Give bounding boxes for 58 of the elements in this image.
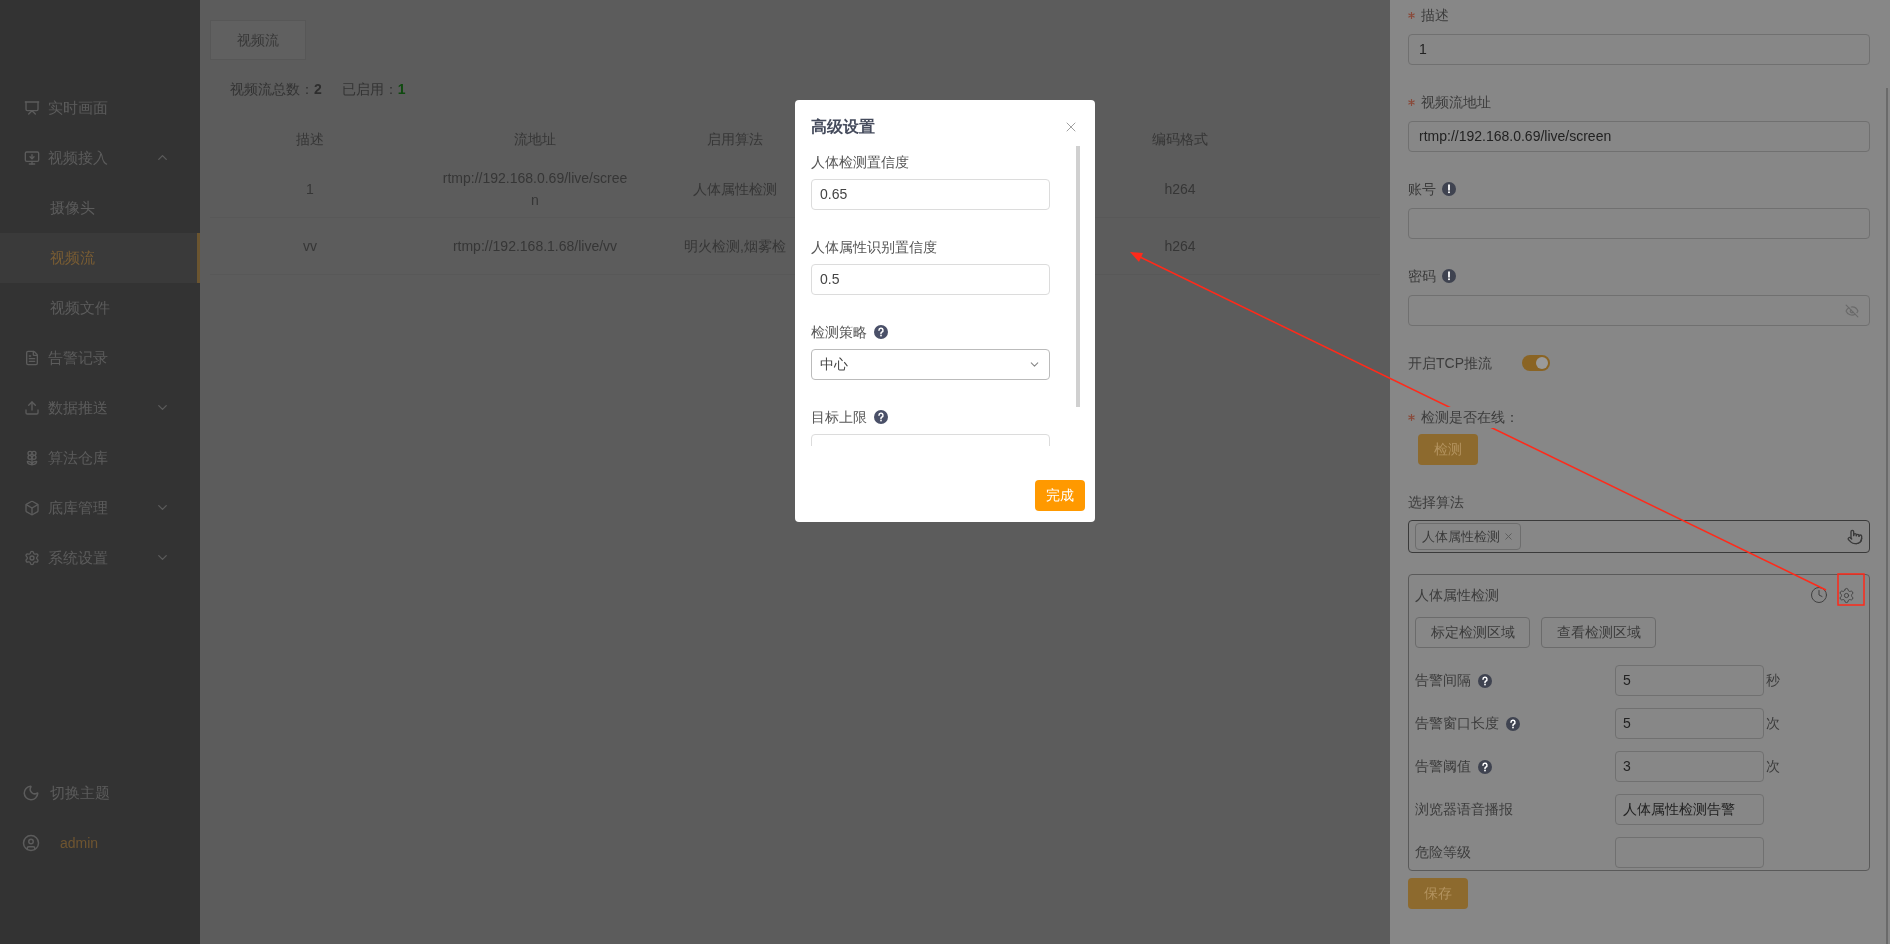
menu-icon: [24, 350, 40, 366]
menu-icon: [24, 550, 40, 566]
help-icon: [1478, 759, 1492, 774]
eye-off-icon: [1845, 303, 1859, 318]
text-field[interactable]: rtmp://192.168.0.69/live/screen: [1408, 121, 1870, 152]
setting-field[interactable]: 3: [1615, 751, 1764, 782]
dialog-title: 高级设置: [811, 117, 875, 137]
scrollbar[interactable]: [1076, 146, 1080, 407]
menu-icon: [24, 500, 40, 516]
setting-field[interactable]: 5: [1615, 708, 1764, 739]
area-button[interactable]: 标定检测区域: [1415, 617, 1530, 648]
help-icon: [874, 410, 888, 424]
algorithm-select[interactable]: 人体属性检测: [1408, 520, 1870, 553]
menu-icon: [24, 100, 40, 116]
unit-label: 次: [1766, 714, 1780, 733]
menu-icon: [24, 150, 40, 166]
setting-label: 告警间隔: [1415, 671, 1471, 690]
moon-icon: [22, 784, 40, 802]
required-icon: [1408, 413, 1415, 421]
field-label: 人体属性识别置信度: [811, 237, 937, 257]
required-icon: [1408, 11, 1415, 19]
algorithm-tag: 人体属性检测: [1415, 523, 1521, 550]
required-icon: [1408, 98, 1415, 106]
setting-label: 告警阈值: [1415, 757, 1471, 776]
setting-label: 告警窗口长度: [1415, 714, 1499, 733]
highlight-box: [1837, 573, 1865, 606]
hand-pointer-icon: [1847, 528, 1863, 545]
strategy-select[interactable]: 中心: [811, 349, 1050, 380]
remove-icon[interactable]: [1503, 531, 1514, 542]
clock-icon[interactable]: [1810, 586, 1828, 604]
avatar-icon: [22, 834, 40, 852]
settings-icon[interactable]: [1838, 586, 1855, 604]
help-icon: [1506, 716, 1520, 731]
setting-field[interactable]: 人体属性检测告警: [1615, 794, 1764, 825]
unit-label: 次: [1766, 757, 1780, 776]
unit-label: 秒: [1766, 671, 1780, 690]
user-name[interactable]: admin: [60, 832, 99, 854]
help-icon: [1478, 673, 1492, 688]
menu-icon: [24, 450, 40, 466]
field-label: 检测策略: [811, 322, 867, 342]
text-field[interactable]: [1408, 295, 1870, 326]
card-title: 人体属性检测: [1415, 585, 1499, 605]
setting-label: 浏览器语音播报: [1415, 800, 1513, 819]
help-icon: [874, 325, 888, 339]
text-field[interactable]: 1: [1408, 34, 1870, 65]
number-field[interactable]: 0.5: [811, 264, 1050, 295]
number-field[interactable]: 0.65: [811, 179, 1050, 210]
field-label: 人体检测置信度: [811, 152, 909, 172]
toggle-switch[interactable]: [1522, 355, 1550, 371]
done-button[interactable]: 完成: [1035, 480, 1085, 511]
field-label: 目标上限: [811, 407, 867, 427]
setting-label: 危险等级: [1415, 843, 1471, 862]
menu-icon: [24, 400, 40, 416]
setting-field[interactable]: 5: [1615, 665, 1764, 696]
area-button[interactable]: 查看检测区域: [1541, 617, 1656, 648]
sidebar-item[interactable]: 视频流: [0, 233, 200, 283]
info-icon: [1442, 269, 1456, 283]
info-icon: [1442, 182, 1456, 196]
